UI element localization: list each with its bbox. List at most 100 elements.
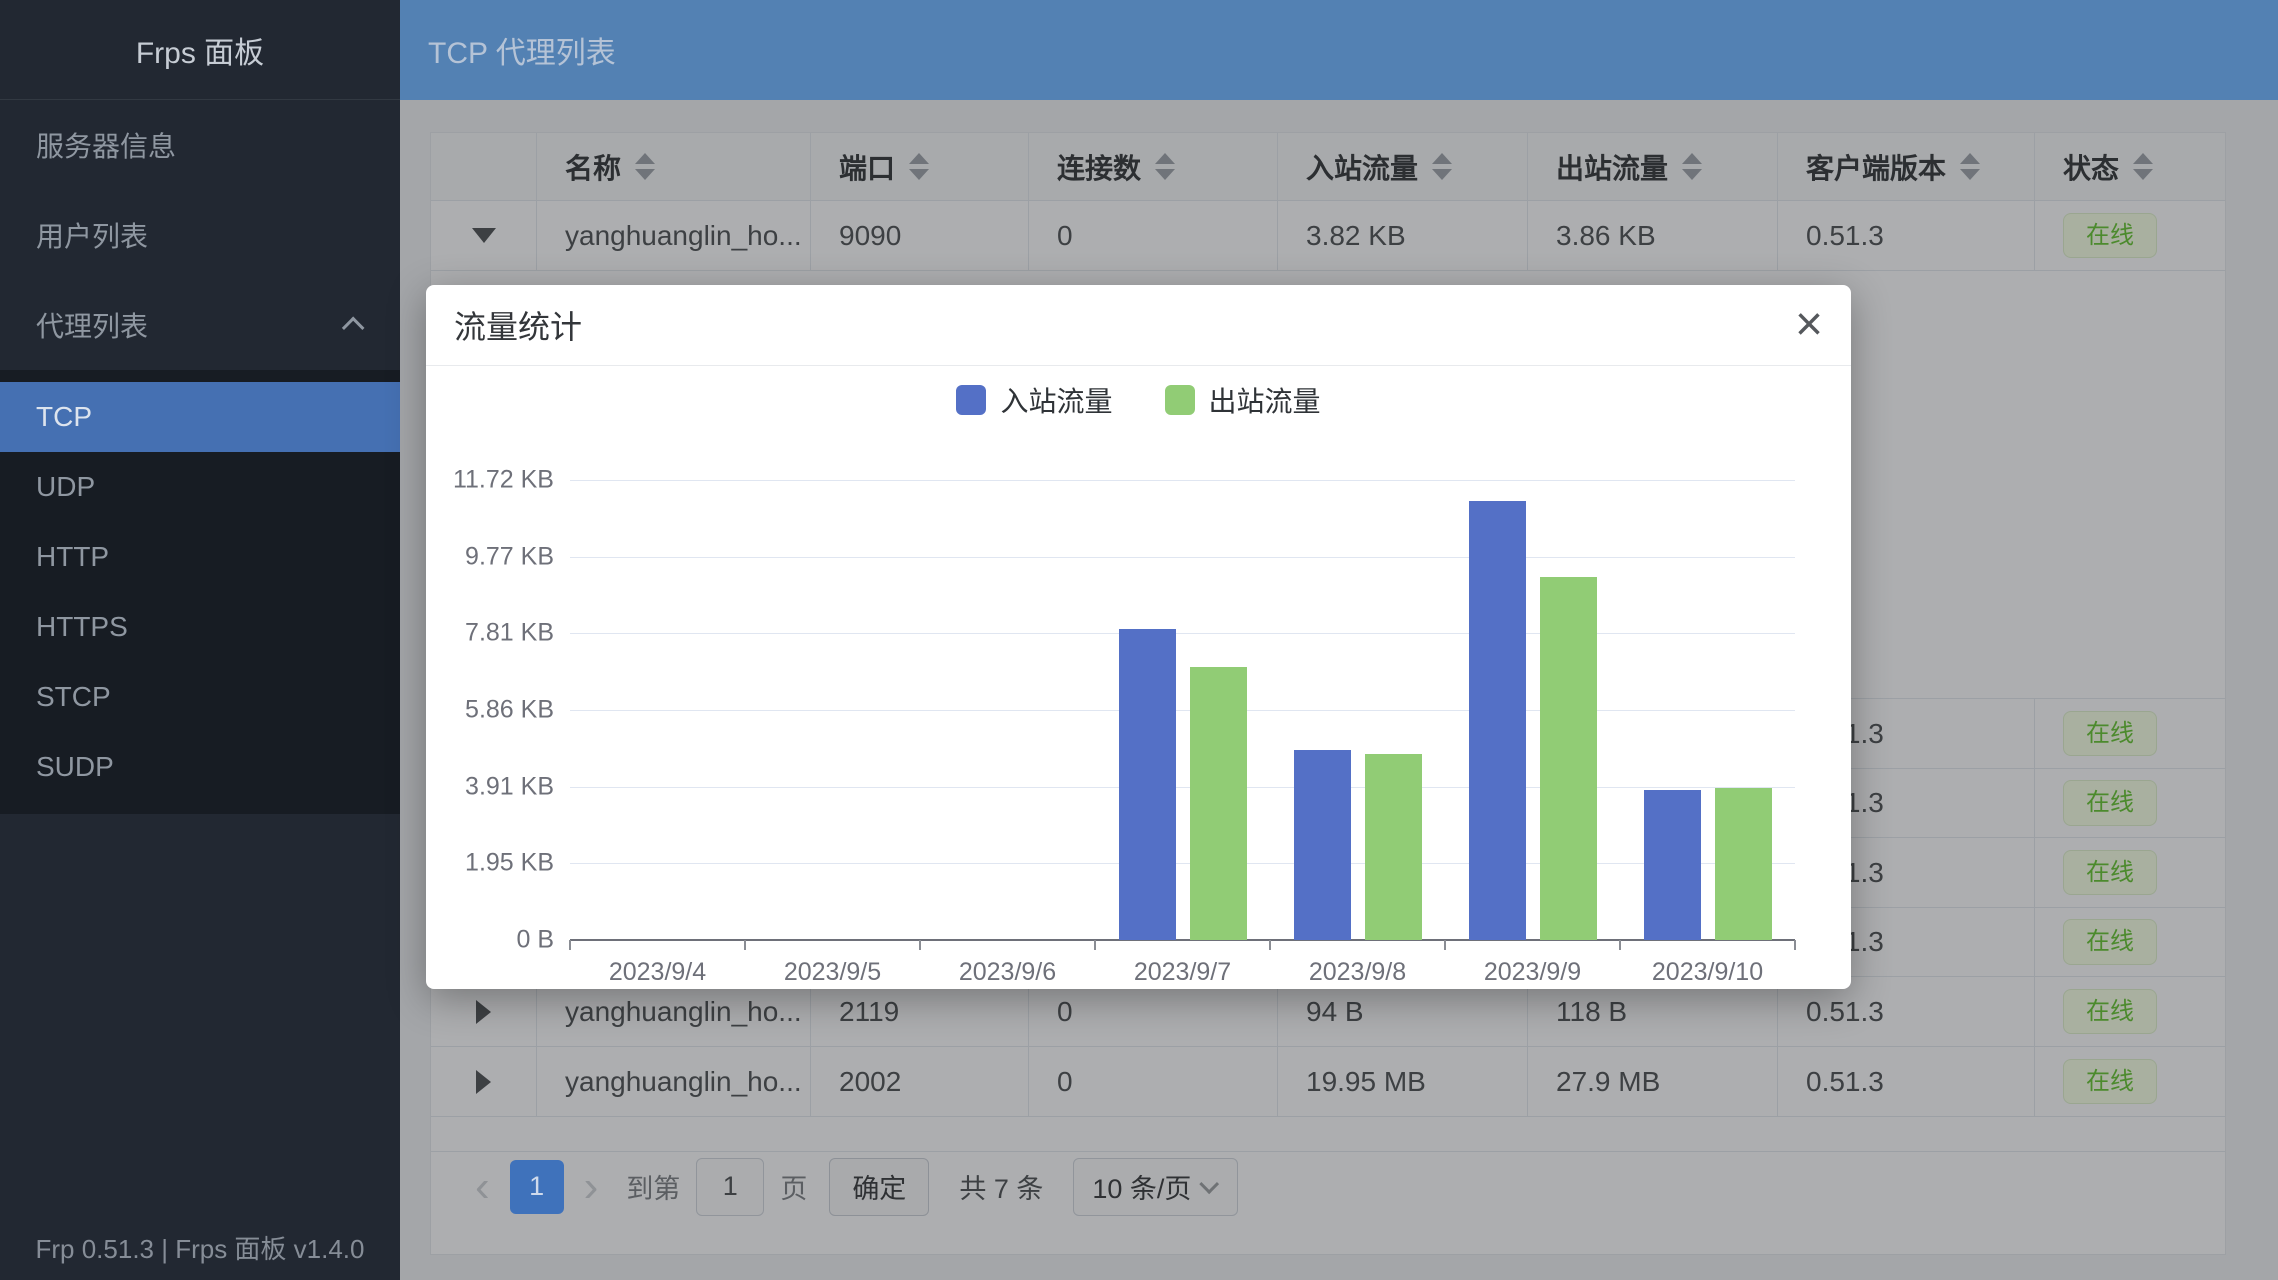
status-cell: 在线 <box>2035 1047 2227 1116</box>
expand-row-icon[interactable] <box>476 1070 491 1094</box>
column-header[interactable]: 入站流量 <box>1278 133 1528 200</box>
y-axis-tick-label: 5.86 KB <box>465 696 554 725</box>
y-axis-tick-label: 11.72 KB <box>453 466 554 495</box>
traffic-out-cell: 27.9 MB <box>1528 1047 1778 1116</box>
current-page-button[interactable]: 1 <box>510 1160 564 1214</box>
sort-carets-icon[interactable] <box>1155 153 1175 180</box>
inbound-traffic-bar <box>1119 629 1176 940</box>
proxy-name-cell: yanghuanglin_ho... <box>537 1047 811 1116</box>
close-icon[interactable]: × <box>1795 301 1823 349</box>
total-count-label: 共 7 条 <box>959 1167 1043 1206</box>
inbound-traffic-bar <box>1469 501 1526 940</box>
sidebar: Frps 面板 服务器信息 用户列表 代理列表 TCPUDPHTTPHTTPSS… <box>0 0 400 1280</box>
traffic-out-cell: 3.86 KB <box>1528 201 1778 270</box>
column-header[interactable]: 出站流量 <box>1528 133 1778 200</box>
page-number-input[interactable]: 1 <box>696 1158 764 1216</box>
port-cell: 2002 <box>811 1047 1029 1116</box>
legend-item[interactable]: 入站流量 <box>956 380 1112 420</box>
sidebar-subitem-https[interactable]: HTTPS <box>0 592 400 662</box>
expand-row-icon[interactable] <box>476 1000 491 1024</box>
sidebar-subitem-http[interactable]: HTTP <box>0 522 400 592</box>
page-suffix-label: 页 <box>780 1167 807 1206</box>
y-axis-tick-label: 1.95 KB <box>465 849 554 878</box>
status-cell: 在线 <box>2035 201 2227 270</box>
status-badge: 在线 <box>2063 780 2157 825</box>
column-header-label: 端口 <box>839 147 895 187</box>
sort-carets-icon[interactable] <box>2133 153 2153 180</box>
page-size-value: 10 条/页 <box>1092 1167 1191 1206</box>
x-axis-tick <box>569 940 571 950</box>
gridline <box>570 863 1795 864</box>
x-axis-tick <box>1444 940 1446 950</box>
chevron-down-icon <box>1200 1174 1220 1194</box>
sort-carets-icon[interactable] <box>1960 153 1980 180</box>
sidebar-subitem-stcp[interactable]: STCP <box>0 662 400 732</box>
column-header-label: 连接数 <box>1057 147 1141 187</box>
x-axis-tick-label: 2023/9/10 <box>1652 958 1763 987</box>
x-axis-tick <box>1619 940 1621 950</box>
gridline <box>570 710 1795 711</box>
x-axis-tick-label: 2023/9/5 <box>784 958 881 987</box>
sidebar-item-label: 代理列表 <box>36 305 148 345</box>
x-axis-tick-label: 2023/9/8 <box>1309 958 1406 987</box>
column-header-label: 状态 <box>2063 147 2119 187</box>
sidebar-subitem-udp[interactable]: UDP <box>0 452 400 522</box>
chevron-up-icon <box>342 317 365 340</box>
sidebar-subitem-tcp[interactable]: TCP <box>0 382 400 452</box>
legend-label: 出站流量 <box>1209 380 1321 420</box>
column-header-label: 出站流量 <box>1556 147 1668 187</box>
page-size-select[interactable]: 10 条/页 <box>1073 1158 1238 1216</box>
collapse-row-icon[interactable] <box>472 228 496 243</box>
column-header[interactable]: 连接数 <box>1029 133 1278 200</box>
confirm-page-button[interactable]: 确定 <box>829 1158 929 1216</box>
status-badge: 在线 <box>2063 989 2157 1034</box>
client-version-cell: 0.51.3 <box>1778 1047 2035 1116</box>
goto-page-label: 到第 <box>626 1167 680 1206</box>
page-title: TCP 代理列表 <box>428 28 616 72</box>
column-header[interactable]: 状态 <box>2035 133 2227 200</box>
status-cell: 在线 <box>2035 769 2227 837</box>
column-header[interactable]: 名称 <box>537 133 811 200</box>
x-axis-tick <box>1094 940 1096 950</box>
x-axis-tick-label: 2023/9/9 <box>1484 958 1581 987</box>
gridline <box>570 633 1795 634</box>
status-cell: 在线 <box>2035 908 2227 976</box>
x-axis-tick-label: 2023/9/6 <box>959 958 1056 987</box>
sidebar-item-server-info[interactable]: 服务器信息 <box>0 100 400 190</box>
status-badge: 在线 <box>2063 711 2157 756</box>
sort-carets-icon[interactable] <box>1432 153 1452 180</box>
sidebar-subitem-sudp[interactable]: SUDP <box>0 732 400 802</box>
x-axis-tick <box>1269 940 1271 950</box>
sort-carets-icon[interactable] <box>1682 153 1702 180</box>
sidebar-item-user-list[interactable]: 用户列表 <box>0 190 400 280</box>
column-header[interactable]: 端口 <box>811 133 1029 200</box>
traffic-in-cell: 3.82 KB <box>1278 201 1528 270</box>
column-header-label: 名称 <box>565 147 621 187</box>
table-row: yanghuanglin_ho...2002019.95 MB27.9 MB0.… <box>431 1047 2225 1117</box>
y-axis-tick-label: 3.91 KB <box>465 772 554 801</box>
outbound-traffic-bar <box>1190 667 1247 940</box>
status-cell: 在线 <box>2035 977 2227 1046</box>
gridline <box>570 557 1795 558</box>
status-cell: 在线 <box>2035 838 2227 907</box>
sidebar-item-proxy-list[interactable]: 代理列表 <box>0 280 400 370</box>
column-header[interactable]: 客户端版本 <box>1778 133 2035 200</box>
gridline <box>570 787 1795 788</box>
frps-dashboard: TCP 代理列表 Frps 面板 服务器信息 用户列表 代理列表 TCPUDPH… <box>0 0 2278 1280</box>
modal-title: 流量统计 <box>454 302 582 348</box>
prev-page-button[interactable]: ‹ <box>465 1165 500 1209</box>
sort-carets-icon[interactable] <box>635 153 655 180</box>
modal-header: 流量统计 × <box>426 285 1851 366</box>
legend-item[interactable]: 出站流量 <box>1165 380 1321 420</box>
status-badge: 在线 <box>2063 213 2157 258</box>
proxy-name-cell: yanghuanglin_ho... <box>537 201 811 270</box>
table-row: yanghuanglin_ho...909003.82 KB3.86 KB0.5… <box>431 201 2225 271</box>
sort-carets-icon[interactable] <box>909 153 929 180</box>
next-page-button[interactable]: › <box>574 1165 609 1209</box>
status-badge: 在线 <box>2063 850 2157 895</box>
y-axis-tick-label: 0 B <box>516 926 554 955</box>
inbound-traffic-bar <box>1294 750 1351 940</box>
outbound-traffic-bar <box>1540 577 1597 940</box>
proxy-submenu: TCPUDPHTTPHTTPSSTCPSUDP <box>0 370 400 814</box>
inbound-traffic-bar <box>1644 790 1701 940</box>
